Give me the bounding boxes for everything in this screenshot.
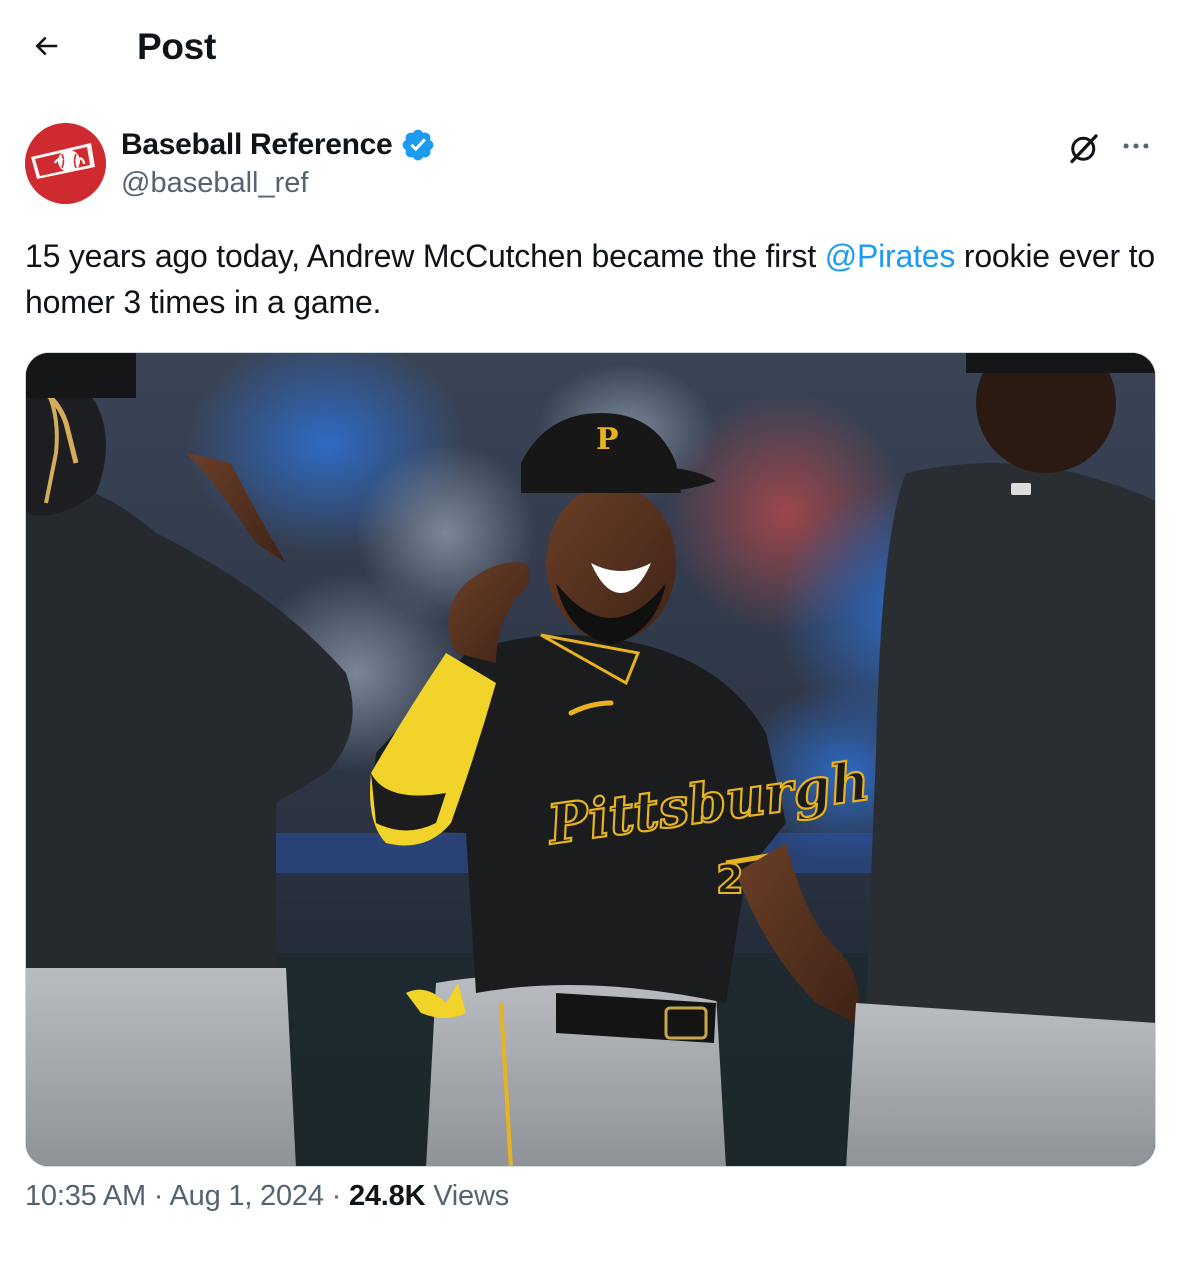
- post-date[interactable]: Aug 1, 2024: [170, 1180, 324, 1212]
- verified-badge-icon: [403, 129, 434, 161]
- post-text: 15 years ago today, Andrew McCutchen bec…: [25, 233, 1165, 325]
- top-bar: Post: [0, 0, 1186, 96]
- views-label: Views: [433, 1180, 510, 1212]
- post-text-before: 15 years ago today, Andrew McCutchen bec…: [25, 238, 825, 274]
- post-metadata: 10:35 AM · Aug 1, 2024 · 24.8K Views: [25, 1176, 509, 1216]
- more-options-button[interactable]: [1114, 126, 1158, 166]
- author-name[interactable]: Baseball Reference: [121, 126, 393, 164]
- meta-separator: ·: [153, 1180, 164, 1212]
- post-time[interactable]: 10:35 AM: [25, 1180, 146, 1212]
- author-name-row[interactable]: Baseball Reference: [121, 126, 436, 164]
- baseball-players-photo: P Pittsburgh 2: [26, 353, 1155, 1166]
- mention-link[interactable]: @Pirates: [825, 238, 956, 274]
- cap-logo: P: [596, 422, 619, 457]
- jersey-number: 2: [716, 857, 744, 903]
- meta-separator: ·: [331, 1180, 342, 1212]
- more-horizontal-icon: [1123, 143, 1149, 149]
- views-count: 24.8K: [348, 1180, 426, 1212]
- back-button[interactable]: [24, 24, 68, 68]
- avatar[interactable]: [25, 123, 106, 204]
- arrow-left-icon: [35, 36, 58, 56]
- page-title: Post: [137, 26, 216, 67]
- post-image[interactable]: P Pittsburgh 2: [25, 352, 1156, 1167]
- grok-button[interactable]: [1062, 126, 1106, 170]
- grok-icon: [1070, 134, 1098, 164]
- author-handle[interactable]: @baseball_ref: [121, 164, 308, 202]
- baseball-reference-logo-icon: [25, 123, 106, 204]
